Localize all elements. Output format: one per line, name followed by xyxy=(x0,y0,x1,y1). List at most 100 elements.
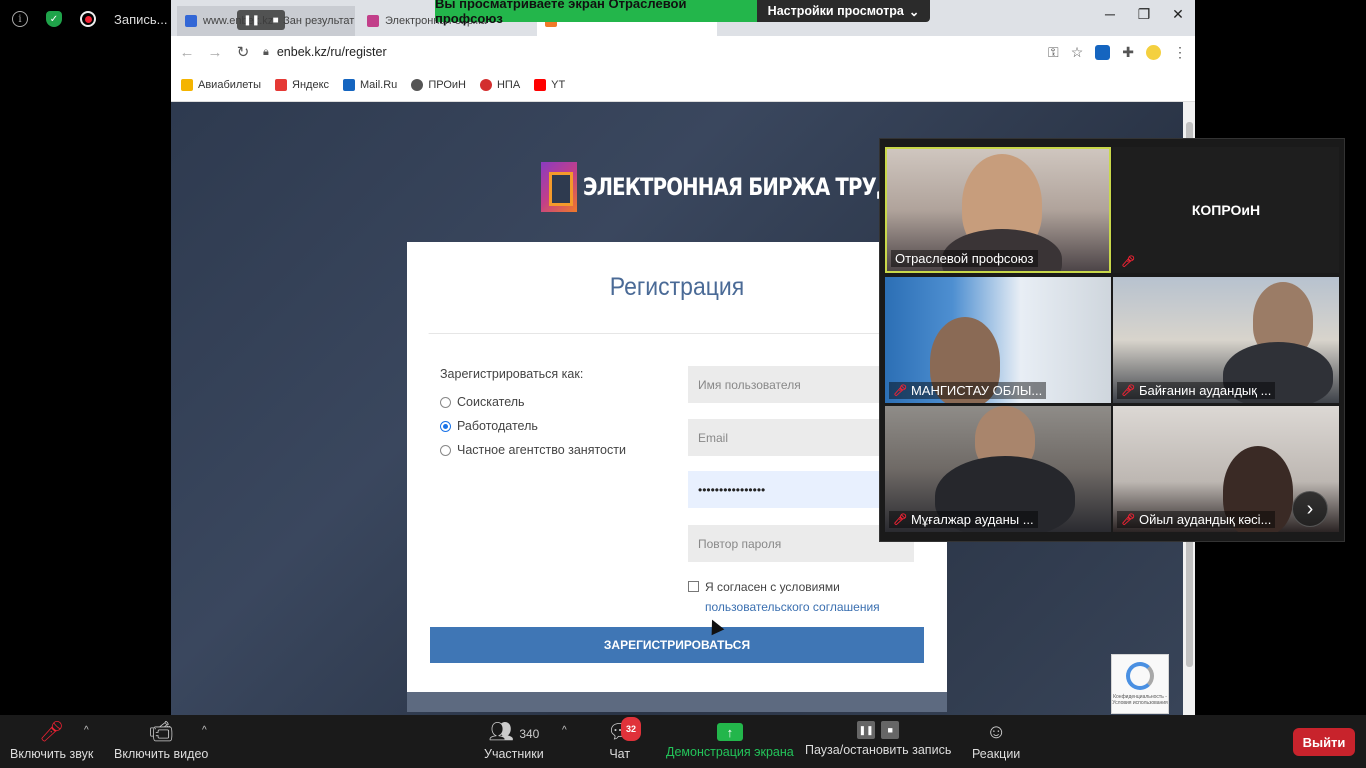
participant-name-text: МАНГИСТАУ ОБЛЫ... xyxy=(910,383,1043,398)
mailru-icon xyxy=(343,78,356,91)
bookmark-npa[interactable]: НПА xyxy=(479,78,521,91)
pause-icon[interactable]: ❚❚ xyxy=(857,721,876,739)
start-video-label: Включить видео xyxy=(114,747,209,761)
bookmark-star-icon[interactable]: ☆ xyxy=(1071,44,1084,61)
info-icon[interactable]: i xyxy=(12,11,28,27)
participant-name-text: Отраслевой профсоюз xyxy=(895,251,1034,266)
participant-name: 🎤︎ Байғанин аудандық ... xyxy=(1117,382,1276,399)
participant-tile-active-speaker[interactable]: Отраслевой профсоюз xyxy=(885,147,1111,273)
back-icon[interactable]: ← xyxy=(179,44,195,61)
plane-icon xyxy=(181,78,193,91)
puzzle-icon[interactable]: ✚ xyxy=(1122,44,1134,61)
chat-button[interactable]: 💬︎ 32 Чат xyxy=(607,717,642,761)
search-icon xyxy=(479,78,492,91)
participants-button[interactable]: 👥︎ 340 Участники xyxy=(484,721,544,761)
participants-caret-icon[interactable]: ^ xyxy=(562,725,567,736)
url-field[interactable]: 🔒︎ enbek.kz/ru/register xyxy=(263,39,1036,65)
agreement-checkbox[interactable] xyxy=(688,581,699,592)
reactions-button[interactable]: ☺︎ Реакции xyxy=(972,721,1020,761)
agreement-checkbox-row: Я согласен с условиями пользовательского… xyxy=(688,580,880,614)
bookmark-aviabilety[interactable]: Авиабилеты xyxy=(181,78,261,91)
muted-mic-icon: 🎤︎ xyxy=(1121,385,1135,397)
participant-tile[interactable]: 🎤︎ Байғанин аудандық ... xyxy=(1113,277,1339,403)
bookmark-proin[interactable]: ПРОиН xyxy=(411,78,466,91)
participant-name-text: Мұғалжар ауданы ... xyxy=(910,512,1034,527)
share-screen-button[interactable]: ↑ Демонстрация экрана xyxy=(666,721,794,759)
bookmark-label: ПРОиН xyxy=(428,78,466,91)
bookmark-mailru[interactable]: Mail.Ru xyxy=(343,78,397,91)
chat-label: Чат xyxy=(609,747,631,761)
unmute-button[interactable]: 🎤︎ Включить звук xyxy=(10,721,93,761)
emoji-plus-icon: ☺︎ xyxy=(985,721,1007,743)
participant-tile[interactable]: КОПРОиН 🎤︎ xyxy=(1113,147,1339,273)
stop-icon[interactable]: ■ xyxy=(273,15,279,26)
key-icon[interactable]: ⚿ xyxy=(1048,44,1059,61)
muted-mic-icon: 🎤︎ xyxy=(893,385,907,397)
address-bar: ← → ↻ 🔒︎ enbek.kz/ru/register ⚿ ☆ ✚ ⋮ xyxy=(171,36,1195,68)
recording-controls-icons: ❚❚ ■ xyxy=(857,721,900,739)
participant-tile[interactable]: 🎤︎ Мұғалжар ауданы ... xyxy=(885,406,1111,532)
participant-tile[interactable]: 🎤︎ МАНГИСТАУ ОБЛЫ... xyxy=(885,277,1111,403)
agreement-label: Я согласен с условиями xyxy=(705,580,840,594)
bookmark-yt[interactable]: YT xyxy=(534,78,565,91)
logo-mark-icon xyxy=(541,162,577,212)
pause-stop-recording-button[interactable]: ❚❚ ■ Пауза/остановить запись xyxy=(805,721,951,757)
toolbar-actions: ⚿ ☆ ✚ ⋮ xyxy=(1048,44,1187,61)
role-label: Частное агентство занятости xyxy=(457,443,626,457)
register-as-label: Зарегистрироваться как: xyxy=(440,367,584,381)
encryption-shield-icon[interactable]: ✓ xyxy=(46,11,62,27)
role-option-agency[interactable]: Частное агентство занятости xyxy=(440,443,626,457)
participant-name-text: Байғанин аудандық ... xyxy=(1138,383,1272,398)
participant-name: 🎤︎ Мұғалжар ауданы ... xyxy=(889,511,1038,528)
muted-mic-icon: 🎤︎ xyxy=(1121,514,1135,526)
video-options-caret-icon[interactable]: ^ xyxy=(202,725,207,736)
tab-favicon xyxy=(367,15,379,27)
restore-icon[interactable]: ❐ xyxy=(1127,0,1161,28)
radio-button[interactable] xyxy=(440,444,451,456)
pause-icon[interactable]: ❚❚ xyxy=(243,15,260,26)
menu-kebab-icon[interactable]: ⋮ xyxy=(1173,44,1187,61)
exit-button[interactable]: Выйти xyxy=(1293,728,1355,756)
extension-icon[interactable] xyxy=(1095,44,1111,60)
participant-gallery: Отраслевой профсоюз КОПРОиН 🎤︎ 🎤︎ МАНГИСТ… xyxy=(879,138,1345,542)
recaptcha-badge[interactable]: Конфиденциальность - Условия использован… xyxy=(1111,654,1169,714)
minimize-icon[interactable]: ─ xyxy=(1093,0,1127,28)
view-options-button[interactable]: Настройки просмотра ⌄ xyxy=(757,0,930,22)
chat-badge: 32 xyxy=(621,717,642,741)
logo-text: ЭЛЕКТРОННАЯ БИРЖА ТРУДА xyxy=(583,173,908,201)
lock-icon[interactable]: 🔒︎ xyxy=(263,46,269,59)
forward-icon[interactable]: → xyxy=(207,44,223,61)
role-option-jobseeker[interactable]: Соискатель xyxy=(440,395,626,409)
close-window-icon[interactable]: ✕ xyxy=(1161,0,1195,28)
radio-button[interactable] xyxy=(440,396,451,408)
reload-icon[interactable]: ↻ xyxy=(235,43,251,61)
tab-favicon xyxy=(185,15,197,27)
role-label: Работодатель xyxy=(457,419,538,433)
participant-name: 🎤︎ xyxy=(1117,254,1139,269)
reactions-label: Реакции xyxy=(972,747,1021,761)
radio-button-selected[interactable] xyxy=(440,420,451,432)
stop-icon[interactable]: ■ xyxy=(881,721,900,739)
next-page-chevron-icon[interactable]: › xyxy=(1292,491,1328,527)
screen-share-banner: Вы просматриваете экран Отраслевой профс… xyxy=(435,0,757,26)
profile-avatar[interactable] xyxy=(1146,44,1161,60)
zoom-status-area: i ✓ Запись... xyxy=(0,0,170,38)
register-button[interactable]: ЗАРЕГИСТРИРОВАТЬСЯ xyxy=(430,627,924,663)
muted-mic-icon: 🎤︎ xyxy=(38,721,65,743)
bookmark-label: НПА xyxy=(496,78,521,91)
youtube-icon xyxy=(534,78,547,91)
recording-controls[interactable]: ❚❚ ■ xyxy=(237,10,285,30)
card-footer xyxy=(407,692,947,712)
participant-name-center: КОПРОиН xyxy=(1191,202,1261,218)
yandex-icon xyxy=(275,78,288,91)
registration-card: Регистрация Зарегистрироваться как: Соис… xyxy=(407,242,947,712)
start-video-button[interactable]: 📹︎ Включить видео xyxy=(114,721,208,761)
recaptcha-icon xyxy=(1126,662,1154,690)
globe-icon xyxy=(411,78,424,91)
audio-options-caret-icon[interactable]: ^ xyxy=(84,725,89,736)
bookmark-yandex[interactable]: Яндекс xyxy=(275,78,329,91)
agreement-link[interactable]: пользовательского соглашения xyxy=(705,600,880,614)
agreement-text-block: Я согласен с условиями пользовательского… xyxy=(705,580,880,614)
share-screen-label: Демонстрация экрана xyxy=(666,745,794,759)
role-option-employer[interactable]: Работодатель xyxy=(440,419,626,433)
